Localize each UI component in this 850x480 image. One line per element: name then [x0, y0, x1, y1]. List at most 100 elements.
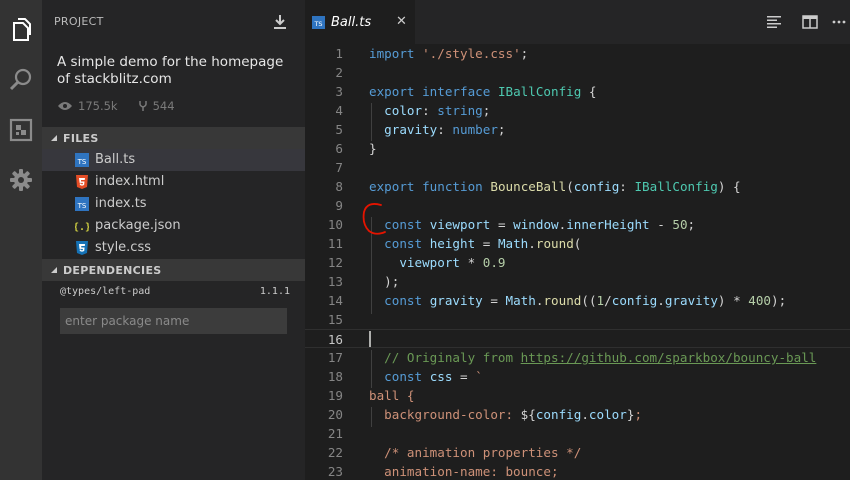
- code-editor[interactable]: 1 import './style.css'; 2 3 export interface…: [305, 44, 850, 480]
- code-line[interactable]: 5 gravity: number;: [305, 120, 850, 139]
- code-token: height: [429, 236, 476, 251]
- code-token: window: [513, 217, 559, 232]
- code-text: color: string;: [369, 103, 490, 118]
- line-number: 22: [327, 445, 343, 460]
- code-token: 0.9: [482, 255, 506, 270]
- code-line[interactable]: 21: [305, 424, 850, 443]
- search-icon[interactable]: [0, 58, 42, 102]
- code-text: );: [369, 274, 399, 289]
- code-token: const: [384, 369, 423, 384]
- code-token: ${: [520, 407, 536, 422]
- code-line[interactable]: 2: [305, 63, 850, 82]
- code-line[interactable]: 13 );: [305, 272, 850, 291]
- code-line[interactable]: 18 const css = `: [305, 367, 850, 386]
- code-line[interactable]: 20 background-color: ${config.color};: [305, 405, 850, 424]
- code-text: animation-name: bounce;: [369, 464, 558, 479]
- code-token: viewport: [429, 217, 491, 232]
- forks-count: 544: [152, 99, 175, 113]
- dependencies-section-label: DEPENDENCIES: [63, 263, 162, 277]
- package-name-input[interactable]: [60, 308, 287, 334]
- code-token: BounceBall: [490, 179, 567, 194]
- code-line[interactable]: 12 viewport * 0.9: [305, 253, 850, 272]
- dependencies-section-header[interactable]: DEPENDENCIES: [42, 259, 305, 281]
- code-token: ;: [520, 46, 529, 61]
- code-token: config: [535, 407, 582, 422]
- code-line[interactable]: 7: [305, 158, 850, 177]
- code-token: }: [369, 141, 377, 156]
- code-text: ball {: [369, 388, 415, 403]
- line-number: 2: [335, 65, 343, 80]
- close-icon[interactable]: ✕: [396, 14, 407, 29]
- file-item-index-ts[interactable]: TS index.ts: [42, 193, 305, 215]
- code-text: const gravity = Math.round((1/config.gra…: [369, 293, 786, 308]
- code-token: gravity: [429, 293, 483, 308]
- code-text: background-color: ${config.color};: [369, 407, 642, 422]
- code-token: ball {: [369, 388, 415, 403]
- code-line[interactable]: 10 const viewport = window.innerHeight -…: [305, 215, 850, 234]
- code-token: Math: [505, 293, 536, 308]
- file-item-ball-ts[interactable]: TS Ball.ts: [42, 149, 305, 171]
- code-token: ) *: [717, 293, 749, 308]
- code-token: .: [528, 236, 536, 251]
- code-line[interactable]: 1 import './style.css';: [305, 44, 850, 63]
- collapse-triangle-icon: [51, 267, 57, 273]
- files-section-header[interactable]: FILES: [42, 127, 305, 149]
- code-token: https://github.com/sparkbox/bouncy-ball: [520, 350, 817, 365]
- code-line[interactable]: 16: [305, 329, 850, 348]
- code-text: const viewport = window.innerHeight - 50…: [369, 217, 695, 232]
- code-text: viewport * 0.9: [369, 255, 506, 270]
- code-line[interactable]: 19 ball {: [305, 386, 850, 405]
- file-item-style-css[interactable]: style.css: [42, 237, 305, 259]
- code-token: round: [543, 293, 582, 308]
- code-token: 400: [748, 293, 771, 308]
- download-icon[interactable]: [272, 14, 288, 30]
- code-line[interactable]: 14 const gravity = Math.round((1/config.…: [305, 291, 850, 310]
- code-text: }: [369, 141, 377, 156]
- code-token: number: [452, 122, 498, 137]
- code-line[interactable]: 4 color: string;: [305, 101, 850, 120]
- explorer-icon[interactable]: [0, 8, 42, 52]
- dependency-item[interactable]: @types/left-pad 1.1.1: [60, 285, 290, 301]
- file-item-index-html[interactable]: index.html: [42, 171, 305, 193]
- code-token: /: [604, 293, 612, 308]
- code-token: const: [384, 217, 423, 232]
- code-line[interactable]: 23 animation-name: bounce;: [305, 462, 850, 480]
- code-line[interactable]: 8 export function BounceBall(config: IBal…: [305, 177, 850, 196]
- code-line[interactable]: 3 export interface IBallConfig {: [305, 82, 850, 101]
- dependency-version: 1.1.1: [259, 286, 290, 297]
- file-item-package-json[interactable]: {.} package.json: [42, 215, 305, 237]
- extensions-icon[interactable]: [0, 108, 42, 152]
- code-token: =: [452, 369, 476, 384]
- code-token: `: [475, 369, 483, 384]
- code-line[interactable]: 9: [305, 196, 850, 215]
- code-line[interactable]: 22 /* animation properties */: [305, 443, 850, 462]
- split-editor-icon[interactable]: [802, 14, 818, 30]
- code-token: =: [475, 236, 498, 251]
- project-stats: 175.5k 544: [57, 98, 195, 114]
- gear-icon[interactable]: [0, 158, 42, 202]
- collapse-triangle-icon: [51, 135, 57, 141]
- code-token: :: [422, 103, 438, 118]
- more-actions-icon[interactable]: [831, 14, 847, 30]
- file-name: package.json: [95, 218, 181, 233]
- code-line[interactable]: 17 // Originaly from https://github.com/…: [305, 348, 850, 367]
- code-line[interactable]: 6}: [305, 139, 850, 158]
- code-token: =: [482, 293, 506, 308]
- format-document-icon[interactable]: [766, 14, 782, 30]
- code-text: export function BounceBall(config: IBall…: [369, 179, 741, 194]
- code-token: // Originaly from: [384, 350, 521, 365]
- file-name: style.css: [95, 240, 151, 255]
- code-text: const css = `: [369, 369, 483, 384]
- code-line[interactable]: 15: [305, 310, 850, 329]
- code-token: );: [369, 274, 400, 289]
- tab-ball-ts[interactable]: TS Ball.ts ✕: [305, 0, 415, 44]
- code-line[interactable]: 11 const height = Math.round(: [305, 234, 850, 253]
